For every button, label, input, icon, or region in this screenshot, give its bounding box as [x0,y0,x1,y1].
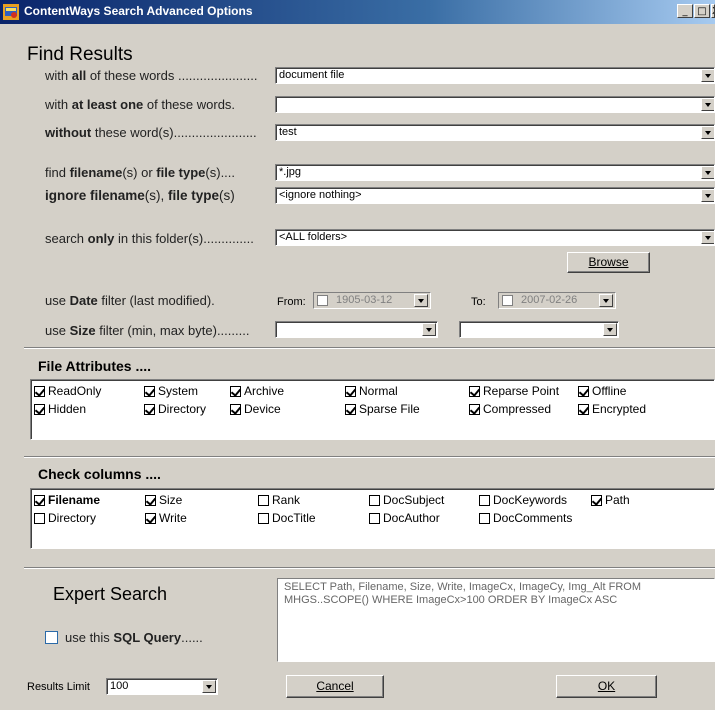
from-date-checkbox[interactable] [317,295,328,306]
size-filter-label: use Size filter (min, max byte)......... [45,323,250,338]
ok-button[interactable]: OK [556,675,657,698]
check-columns-heading: Check columns .... [38,466,161,482]
filename-type-label: find filename(s) or file type(s).... [45,165,236,180]
to-label: To: [471,296,486,308]
chevron-down-icon[interactable] [202,680,216,693]
attr-sparse-file-checkbox[interactable]: Sparse File [345,402,420,416]
col-filename-checkbox[interactable]: Filename [34,493,100,507]
file-attributes-panel: ReadOnly System Archive Normal Reparse P… [30,379,715,440]
attr-device-checkbox[interactable]: Device [230,402,281,416]
all-words-label: with all of these words ................… [45,68,258,83]
file-attributes-heading: File Attributes .... [38,358,152,374]
col-directory-checkbox[interactable]: Directory [34,511,96,525]
checkbox-icon[interactable] [45,631,58,644]
to-date-checkbox[interactable] [502,295,513,306]
date-filter-label: use Date filter (last modified). [45,293,215,308]
ignore-filename-input[interactable]: <ignore nothing> [275,187,715,204]
results-limit-label: Results Limit [27,681,90,693]
results-limit-select[interactable]: 100 [106,678,218,695]
attr-hidden-checkbox[interactable]: Hidden [34,402,86,416]
attr-archive-checkbox[interactable]: Archive [230,384,284,398]
without-words-label: without these word(s)...................… [45,125,257,140]
all-words-input[interactable]: document file [275,67,715,84]
col-dockeywords-checkbox[interactable]: DocKeywords [479,493,567,507]
chevron-down-icon[interactable] [422,323,436,336]
size-max-input[interactable] [459,321,619,338]
col-docsubject-checkbox[interactable]: DocSubject [369,493,444,507]
use-sql-query-checkbox[interactable]: use this SQL Query...... [45,630,203,645]
size-min-input[interactable] [275,321,438,338]
attr-compressed-checkbox[interactable]: Compressed [469,402,551,416]
browse-button[interactable]: Browse [567,252,650,273]
attr-normal-checkbox[interactable]: Normal [345,384,398,398]
col-size-checkbox[interactable]: Size [145,493,182,507]
chevron-down-icon[interactable] [701,69,714,82]
divider [24,567,715,569]
attr-directory-checkbox[interactable]: Directory [144,402,206,416]
find-results-heading: Find Results [27,44,133,65]
window-title: ContentWays Search Advanced Options [24,4,253,18]
maximize-button[interactable]: □ [694,4,710,18]
chevron-down-icon[interactable] [701,98,714,111]
from-label: From: [277,296,306,308]
minimize-button[interactable]: _ [677,4,693,18]
chevron-down-icon[interactable] [603,323,617,336]
attr-reparse-point-checkbox[interactable]: Reparse Point [469,384,559,398]
close-button[interactable]: X [711,4,715,18]
sql-query-textarea[interactable]: SELECT Path, Filename, Size, Write, Imag… [277,578,715,662]
attr-system-checkbox[interactable]: System [144,384,198,398]
at-least-one-label: with at least one of these words. [45,97,236,112]
chevron-down-icon[interactable] [701,189,714,202]
title-bar[interactable]: ContentWays Search Advanced Options _ □ … [0,0,715,24]
col-doccomments-checkbox[interactable]: DocComments [479,511,572,525]
without-words-input[interactable]: test [275,124,715,141]
from-date-picker[interactable]: 1905-03-12 [313,292,431,309]
col-write-checkbox[interactable]: Write [145,511,187,525]
expert-search-heading: Expert Search [53,584,168,604]
col-rank-checkbox[interactable]: Rank [258,493,300,507]
attr-offline-checkbox[interactable]: Offline [578,384,626,398]
col-path-checkbox[interactable]: Path [591,493,630,507]
chevron-down-icon[interactable] [701,126,714,139]
divider [24,456,715,458]
attr-readonly-checkbox[interactable]: ReadOnly [34,384,101,398]
cancel-button[interactable]: Cancel [286,675,384,698]
col-doctitle-checkbox[interactable]: DocTitle [258,511,316,525]
app-icon [3,4,19,20]
calendar-dropdown-icon[interactable] [599,294,613,307]
divider [24,347,715,349]
folder-input[interactable]: <ALL folders> [275,229,715,246]
to-date-picker[interactable]: 2007-02-26 [498,292,616,309]
col-docauthor-checkbox[interactable]: DocAuthor [369,511,440,525]
calendar-dropdown-icon[interactable] [414,294,428,307]
ignore-filename-label: ignore filename(s), file type(s) [45,188,235,203]
folder-label: search only in this folder(s)...........… [45,231,254,246]
attr-encrypted-checkbox[interactable]: Encrypted [578,402,646,416]
filename-type-input[interactable]: *.jpg [275,164,715,181]
chevron-down-icon[interactable] [701,166,714,179]
check-columns-panel: Filename Size Rank DocSubject DocKeyword… [30,488,715,549]
chevron-down-icon[interactable] [701,231,714,244]
at-least-one-input[interactable] [275,96,715,113]
